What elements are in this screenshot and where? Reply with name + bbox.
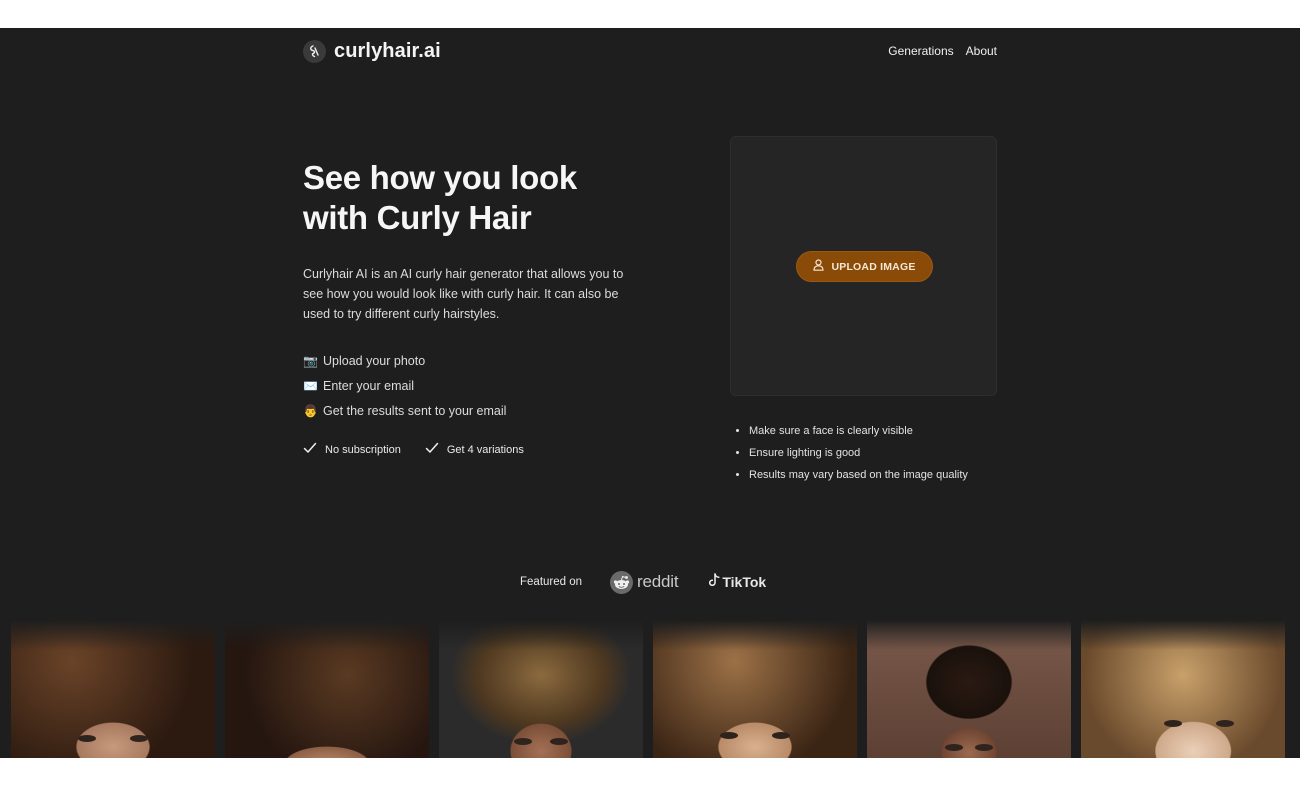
example-photo bbox=[225, 620, 429, 758]
tiktok-icon bbox=[708, 572, 720, 592]
upload-image-button[interactable]: UPLOAD IMAGE bbox=[796, 251, 933, 282]
tip-item: Ensure lighting is good bbox=[749, 444, 968, 466]
check-label: Get 4 variations bbox=[446, 443, 524, 456]
step-item: 📷 Upload your photo bbox=[303, 348, 506, 373]
feature-checks: No subscription Get 4 variations bbox=[303, 442, 524, 457]
example-photo bbox=[439, 620, 643, 758]
user-icon bbox=[813, 259, 825, 274]
step-text: Get the results sent to your email bbox=[323, 403, 507, 418]
example-photo bbox=[11, 620, 215, 758]
tiktok-link[interactable]: TikTok bbox=[708, 572, 767, 592]
curl-logo-icon bbox=[303, 39, 326, 63]
example-photo bbox=[867, 620, 1071, 758]
example-photo bbox=[1081, 620, 1285, 758]
reddit-wordmark: reddit bbox=[637, 572, 679, 591]
check-no-subscription: No subscription bbox=[303, 442, 401, 457]
hero-description: Curlyhair AI is an AI curly hair generat… bbox=[303, 267, 624, 321]
hero-title-line-1: See how you look bbox=[303, 159, 577, 196]
brand[interactable]: curlyhair.ai bbox=[303, 39, 441, 63]
brand-name: curlyhair.ai bbox=[334, 39, 441, 62]
hero-title-line-2: with Curly Hair bbox=[303, 199, 532, 236]
step-item: 👨 Get the results sent to your email bbox=[303, 398, 506, 423]
man-icon: 👨 bbox=[303, 403, 318, 418]
tip-item: Results may vary based on the image qual… bbox=[749, 466, 968, 488]
reddit-link[interactable]: reddit bbox=[610, 570, 679, 594]
check-label: No subscription bbox=[325, 443, 401, 456]
envelope-icon: ✉️ bbox=[303, 378, 318, 393]
featured-on: Featured on reddit TikTok bbox=[520, 568, 766, 596]
checkmark-icon bbox=[425, 442, 439, 457]
camera-icon: 📷 bbox=[303, 353, 318, 368]
nav-links: Generations About bbox=[888, 44, 997, 58]
top-nav: curlyhair.ai Generations About bbox=[303, 38, 997, 64]
upload-button-label: UPLOAD IMAGE bbox=[831, 260, 916, 273]
step-text: Enter your email bbox=[323, 378, 415, 393]
steps-list: 📷 Upload your photo ✉️ Enter your email … bbox=[303, 348, 506, 423]
featured-label: Featured on bbox=[520, 576, 583, 588]
nav-about-link[interactable]: About bbox=[966, 44, 997, 58]
reddit-icon bbox=[610, 570, 634, 594]
example-photo bbox=[653, 620, 857, 758]
nav-generations-link[interactable]: Generations bbox=[888, 44, 953, 58]
step-text: Upload your photo bbox=[323, 353, 426, 368]
upload-dropzone[interactable]: UPLOAD IMAGE bbox=[730, 136, 997, 396]
upload-tips: Make sure a face is clearly visible Ensu… bbox=[749, 422, 968, 488]
example-gallery bbox=[11, 620, 1291, 758]
hero-title: See how you look with Curly Hair bbox=[303, 158, 663, 238]
check-variations: Get 4 variations bbox=[425, 442, 524, 457]
checkmark-icon bbox=[303, 442, 317, 457]
tiktok-wordmark: TikTok bbox=[722, 574, 767, 590]
tip-item: Make sure a face is clearly visible bbox=[749, 422, 968, 444]
step-item: ✉️ Enter your email bbox=[303, 373, 506, 398]
page: curlyhair.ai Generations About See how y… bbox=[0, 28, 1300, 758]
